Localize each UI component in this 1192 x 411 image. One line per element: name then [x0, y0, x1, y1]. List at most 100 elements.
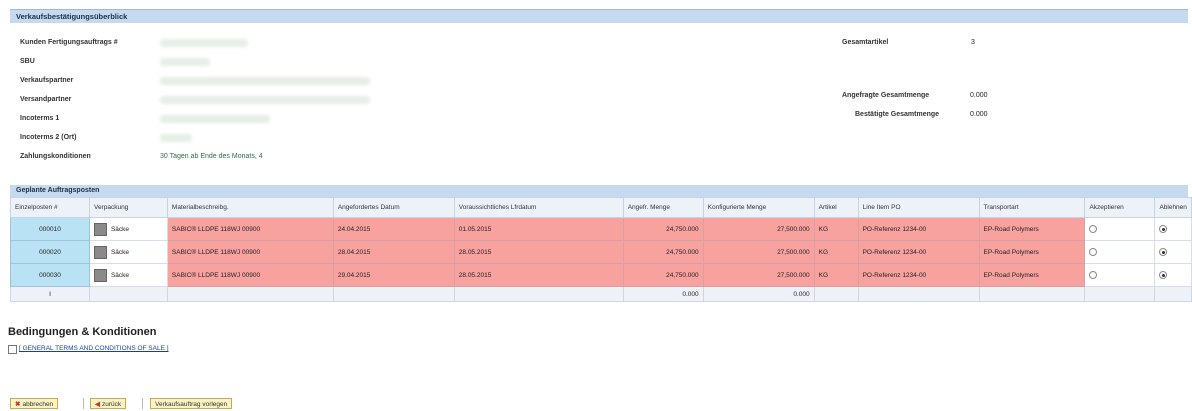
incoterms1-label: Incoterms 1	[20, 115, 60, 122]
row-packaging: Säcke	[88, 217, 168, 241]
footer-empty	[332, 286, 455, 302]
sbu-value-redacted	[160, 58, 210, 66]
footer-empty	[1084, 286, 1156, 302]
row-packaging: Säcke	[88, 263, 168, 287]
close-icon: ✖	[15, 401, 21, 408]
accept-radio[interactable]	[1089, 225, 1098, 233]
reject-radio[interactable]	[1159, 271, 1168, 279]
row-reject-cell	[1154, 263, 1192, 287]
row-expected-date: 28.05.2015	[453, 263, 624, 287]
footer-cursor: I	[10, 286, 90, 302]
row-unit: KG	[813, 240, 859, 264]
row-material: SABIC® LLDPE 118WJ 00900	[166, 217, 334, 241]
col-header-ablehnen[interactable]: Ablehnen	[1154, 197, 1192, 218]
table-footer-row: I 0.000 0.000	[10, 286, 1192, 302]
row-position[interactable]: 000010	[10, 217, 90, 241]
row-accept-cell	[1084, 217, 1156, 241]
order-items-table: Einzelposten # Verpackung Materialbeschr…	[10, 197, 1192, 302]
row-line-item-po: PO-Referenz 1234-00	[857, 240, 980, 264]
kunden-auftrag-value-redacted	[160, 39, 248, 47]
cancel-button[interactable]: ✖ abbrechen	[10, 398, 59, 409]
footer-requested-total: 0.000	[622, 286, 704, 302]
row-configured-qty: 27,500.000	[702, 240, 815, 264]
versandpartner-label: Versandpartner	[20, 96, 72, 103]
packaging-label: Säcke	[110, 271, 130, 279]
kunden-auftrag-label: Kunden Fertigungsauftrags #	[20, 39, 118, 46]
gesamtartikel-label: Gesamtartikel	[842, 39, 889, 46]
row-expected-date: 01.05.2015	[453, 217, 624, 241]
col-header-transportart[interactable]: Transportart	[978, 197, 1086, 218]
back-button[interactable]: ◀ zurück	[90, 398, 127, 409]
submit-order-button[interactable]: Verkaufsauftrag vorlegen	[150, 398, 233, 409]
row-unit: KG	[813, 217, 859, 241]
button-separator	[83, 398, 84, 409]
footer-empty	[166, 286, 334, 302]
button-separator	[142, 398, 143, 409]
incoterms2-value-redacted	[160, 134, 192, 142]
terms-heading: Bedingungen & Konditionen	[8, 326, 157, 338]
geplante-auftragsposten-title: Geplante Auftragsposten	[10, 185, 1188, 197]
row-transport: EP-Road Polymers	[978, 263, 1086, 287]
col-header-akzeptieren[interactable]: Akzeptieren	[1084, 197, 1156, 218]
col-header-line-item-po[interactable]: Line Item PO	[857, 197, 980, 218]
terms-checkbox[interactable]	[8, 345, 17, 354]
incoterms1-value-redacted	[160, 115, 270, 123]
angefragte-gesamtmenge-label: Angefragte Gesamtmenge	[842, 92, 930, 99]
packaging-label: Säcke	[110, 248, 130, 256]
col-header-material[interactable]: Materialbeschreibg.	[166, 197, 334, 218]
bestaetigte-gesamtmenge-label: Bestätigte Gesamtmenge	[855, 111, 940, 118]
table-header-row: Einzelposten # Verpackung Materialbeschr…	[10, 197, 1192, 218]
row-reject-cell	[1154, 240, 1192, 264]
row-line-item-po: PO-Referenz 1234-00	[857, 217, 980, 241]
packaging-label: Säcke	[110, 225, 130, 233]
accept-radio[interactable]	[1089, 271, 1098, 279]
sbu-label: SBU	[20, 58, 35, 65]
reject-radio[interactable]	[1159, 225, 1168, 233]
col-header-angefr-menge[interactable]: Angefr. Menge	[622, 197, 704, 218]
back-button-label: zurück	[102, 401, 122, 408]
footer-empty	[1154, 286, 1192, 302]
col-header-angefordertes-datum[interactable]: Angefordertes Datum	[332, 197, 455, 218]
row-reject-cell	[1154, 217, 1192, 241]
row-material: SABIC® LLDPE 118WJ 00900	[166, 263, 334, 287]
col-header-artikel[interactable]: Artikel	[813, 197, 859, 218]
row-configured-qty: 27,500.000	[702, 217, 815, 241]
row-position[interactable]: 000030	[10, 263, 90, 287]
row-unit: KG	[813, 263, 859, 287]
row-requested-date: 24.04.2015	[332, 217, 455, 241]
footer-empty	[453, 286, 624, 302]
terms-link[interactable]: [ GENERAL TERMS AND CONDITIONS OF SALE ]	[19, 345, 169, 352]
row-accept-cell	[1084, 263, 1156, 287]
verkaufspartner-label: Verkaufspartner	[20, 77, 74, 84]
back-arrow-icon: ◀	[95, 401, 100, 408]
incoterms2-label: Incoterms 2 (Ort)	[20, 134, 77, 141]
overview-panel-title: Verkaufsbestätigungsüberblick	[10, 9, 1188, 23]
col-header-lieferdatum[interactable]: Voraussichtliches Lfrdatum	[453, 197, 624, 218]
verkaufspartner-value-redacted	[160, 77, 370, 85]
row-position[interactable]: 000020	[10, 240, 90, 264]
row-accept-cell	[1084, 240, 1156, 264]
package-icon	[93, 268, 107, 282]
accept-radio[interactable]	[1089, 248, 1098, 256]
col-header-konfigurierte-menge[interactable]: Konfigurierte Menge	[702, 197, 815, 218]
table-row: 000010 Säcke SABIC® LLDPE 118WJ 00900 24…	[10, 217, 1192, 241]
row-expected-date: 28.05.2015	[453, 240, 624, 264]
table-row: 000020 Säcke SABIC® LLDPE 118WJ 00900 28…	[10, 240, 1192, 264]
table-row: 000030 Säcke SABIC® LLDPE 118WJ 00900 29…	[10, 263, 1192, 287]
footer-empty	[857, 286, 980, 302]
angefragte-gesamtmenge-value: 0.000	[970, 92, 988, 99]
footer-configured-total: 0.000	[702, 286, 815, 302]
gesamtartikel-value: 3	[971, 39, 975, 46]
row-configured-qty: 27,500.000	[702, 263, 815, 287]
row-packaging: Säcke	[88, 240, 168, 264]
cancel-button-label: abbrechen	[22, 401, 54, 408]
reject-radio[interactable]	[1159, 248, 1168, 256]
row-transport: EP-Road Polymers	[978, 240, 1086, 264]
col-header-einzelposten[interactable]: Einzelposten #	[10, 197, 90, 218]
versandpartner-value-redacted	[160, 96, 370, 104]
row-requested-qty: 24,750.000	[622, 263, 704, 287]
package-icon	[93, 222, 107, 236]
footer-empty	[88, 286, 168, 302]
col-header-verpackung[interactable]: Verpackung	[88, 197, 168, 218]
row-requested-qty: 24,750.000	[622, 217, 704, 241]
